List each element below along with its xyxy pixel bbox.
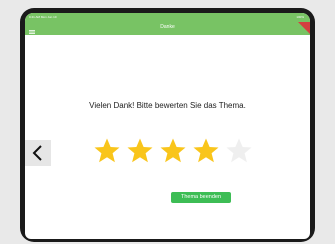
- status-battery: 100%: [296, 15, 304, 19]
- star-empty-icon[interactable]: [225, 137, 253, 165]
- nav-bar: Danke: [25, 21, 310, 35]
- page-title: Danke: [160, 24, 175, 30]
- star-rating[interactable]: [93, 137, 293, 167]
- corner-marker-icon: [298, 21, 310, 34]
- star-filled-icon[interactable]: [192, 137, 220, 165]
- status-bar: 9:41 AM Mon Jun 10 100%: [25, 13, 310, 21]
- back-button[interactable]: [25, 140, 51, 166]
- star-filled-icon[interactable]: [93, 137, 121, 165]
- app-screen: 9:41 AM Mon Jun 10 100% Danke Vielen Dan…: [25, 13, 310, 239]
- star-filled-icon[interactable]: [159, 137, 187, 165]
- chevron-left-icon: [32, 145, 42, 161]
- status-time: 9:41 AM Mon Jun 10: [29, 15, 57, 19]
- rating-prompt: Vielen Dank! Bitte bewerten Sie das Them…: [89, 101, 246, 110]
- star-filled-icon[interactable]: [126, 137, 154, 165]
- finish-topic-button[interactable]: Thema beenden: [171, 192, 231, 203]
